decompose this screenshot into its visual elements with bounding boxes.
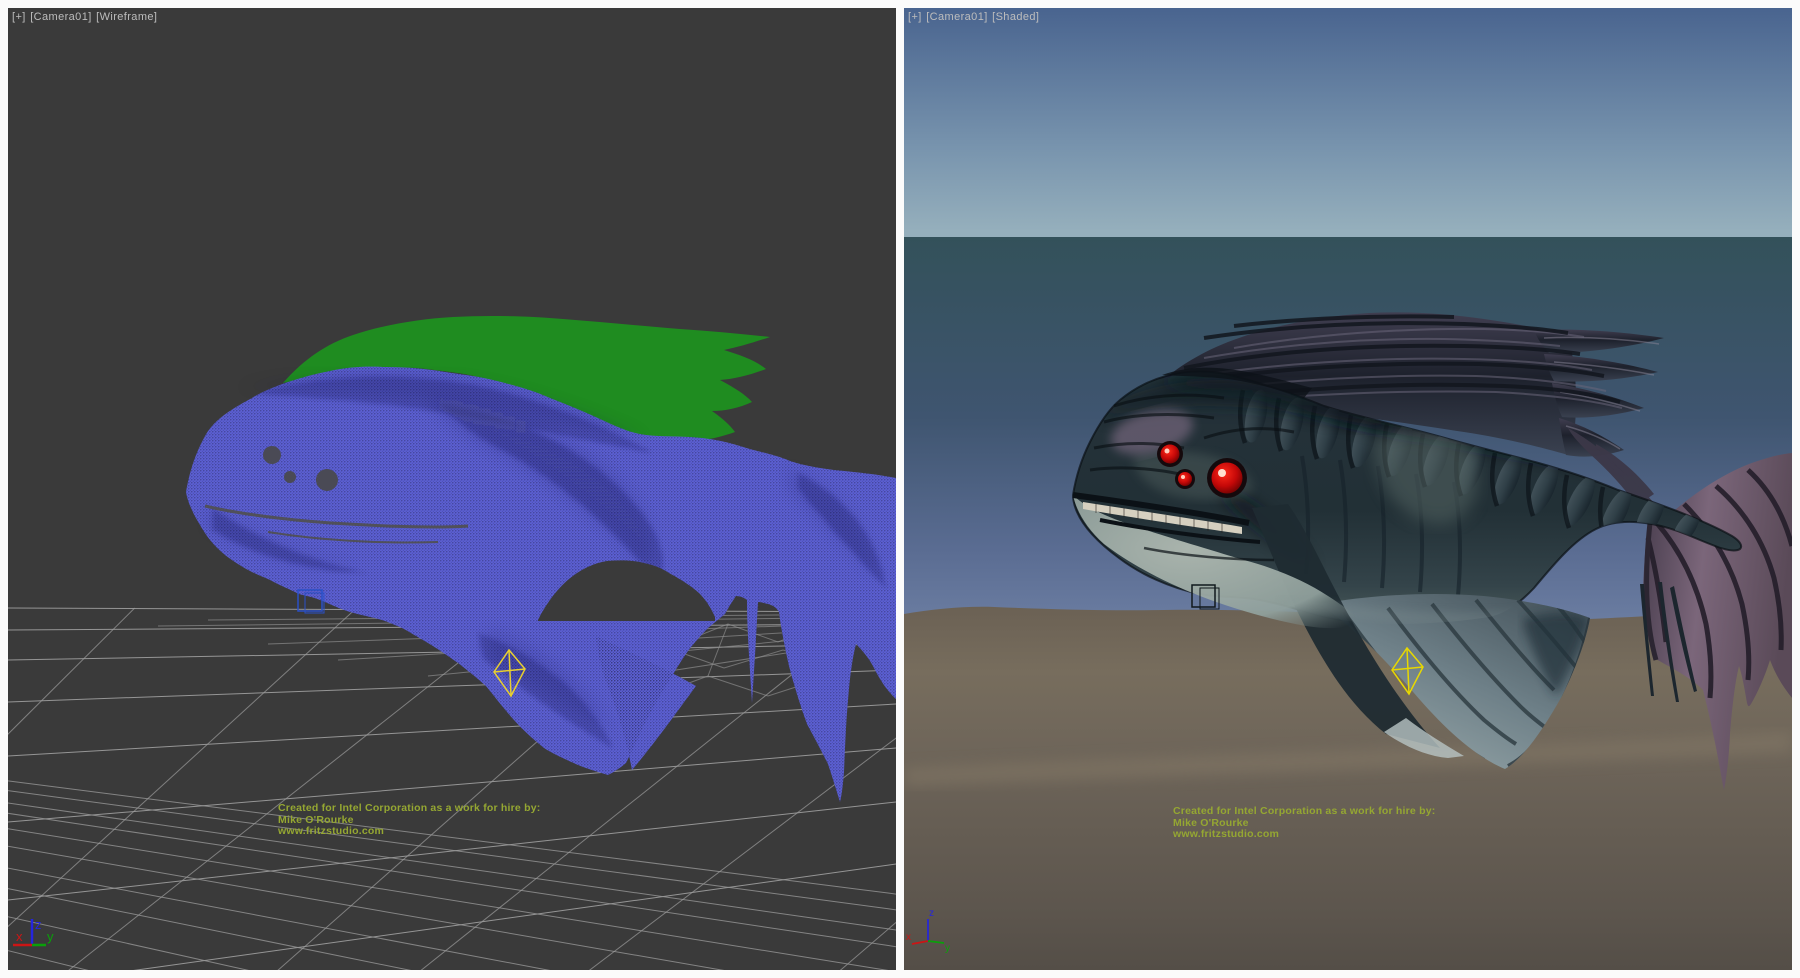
- svg-text:x: x: [16, 929, 23, 944]
- svg-text:y: y: [945, 943, 950, 954]
- svg-text:z: z: [35, 917, 42, 932]
- svg-text:y: y: [47, 929, 54, 944]
- svg-text:z: z: [929, 908, 934, 919]
- svg-text:x: x: [906, 932, 911, 943]
